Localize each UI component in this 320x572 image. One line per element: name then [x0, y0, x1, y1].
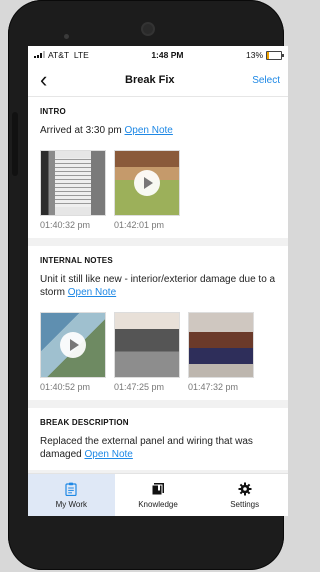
clipboard-icon: [65, 482, 77, 496]
battery-status: 13%: [246, 50, 284, 61]
internal-notes-section: INTERNAL NOTES Unit it still like new - …: [28, 245, 288, 400]
media-timestamp: 01:42:01 pm: [114, 219, 165, 230]
tab-label: Knowledge: [138, 499, 178, 509]
media-row: 01:40:52 pm 01:47:25 pm 01:47:32 pm: [40, 311, 276, 392]
break-description-text: Replaced the external panel and wiring t…: [40, 435, 253, 461]
open-note-link[interactable]: Open Note: [125, 125, 173, 136]
tab-settings[interactable]: Settings: [201, 474, 288, 516]
internal-notes-text: Unit it still like new - interior/exteri…: [40, 273, 276, 299]
video-thumbnail[interactable]: [114, 149, 180, 216]
media-item[interactable]: 01:40:52 pm: [40, 311, 106, 392]
media-item[interactable]: 01:47:32 pm: [188, 311, 254, 392]
tab-my-work[interactable]: My Work: [28, 474, 115, 516]
tab-label: Settings: [230, 499, 260, 509]
nav-header: ‹ Break Fix Select: [28, 64, 288, 97]
phone-side-button: [12, 112, 18, 176]
media-timestamp: 01:47:32 pm: [188, 381, 239, 392]
play-icon[interactable]: [134, 169, 160, 196]
media-item[interactable]: 01:40:32 pm: [40, 149, 106, 230]
media-timestamp: 01:47:25 pm: [114, 381, 165, 392]
media-row: 01:40:32 pm 01:42:01 pm: [40, 149, 276, 230]
phone-frame: AT&T LTE 1:48 PM 13% ‹ Break Fix Select …: [8, 0, 288, 570]
open-note-link[interactable]: Open Note: [68, 287, 116, 298]
intro-text: Arrived at 3:30 pm Open Note: [40, 125, 173, 136]
section-heading: INTRO: [40, 107, 66, 116]
section-heading: INTERNAL NOTES: [40, 255, 113, 265]
status-bar: AT&T LTE 1:48 PM 13%: [28, 46, 288, 64]
video-thumbnail[interactable]: [40, 311, 106, 378]
work-detail-scroll[interactable]: INTRO Arrived at 3:30 pm Open Note 01:40…: [28, 97, 288, 474]
photo-thumbnail[interactable]: [40, 149, 106, 216]
media-item[interactable]: 01:47:25 pm: [114, 311, 180, 392]
select-button[interactable]: Select: [252, 75, 280, 86]
bottom-tab-bar: My Work Knowledge Settings: [28, 473, 288, 516]
media-timestamp: 01:40:32 pm: [40, 219, 91, 230]
signal-icon: [34, 51, 45, 58]
page-title: Break Fix: [125, 74, 175, 86]
section-heading: BREAK DESCRIPTION: [40, 417, 129, 427]
open-note-link[interactable]: Open Note: [84, 449, 132, 460]
chevron-left-icon[interactable]: ‹: [40, 69, 47, 91]
break-description-section: BREAK DESCRIPTION Replaced the external …: [28, 407, 288, 470]
media-timestamp: 01:40:52 pm: [40, 381, 91, 392]
photo-thumbnail[interactable]: [188, 311, 254, 378]
battery-icon: [266, 51, 284, 61]
phone-camera: [141, 22, 155, 36]
intro-section: INTRO Arrived at 3:30 pm Open Note 01:40…: [28, 97, 288, 238]
media-item[interactable]: 01:42:01 pm: [114, 149, 180, 230]
carrier-info: AT&T LTE: [34, 50, 89, 60]
gear-icon: [238, 482, 252, 495]
tab-knowledge[interactable]: Knowledge: [115, 474, 202, 516]
app-screen: AT&T LTE 1:48 PM 13% ‹ Break Fix Select …: [28, 46, 288, 516]
tab-label: My Work: [55, 499, 88, 509]
status-time: 1:48 PM: [151, 50, 184, 60]
phone-sensor: [64, 34, 69, 39]
photo-thumbnail[interactable]: [114, 311, 180, 378]
play-icon[interactable]: [60, 331, 86, 358]
book-icon: [151, 482, 164, 495]
